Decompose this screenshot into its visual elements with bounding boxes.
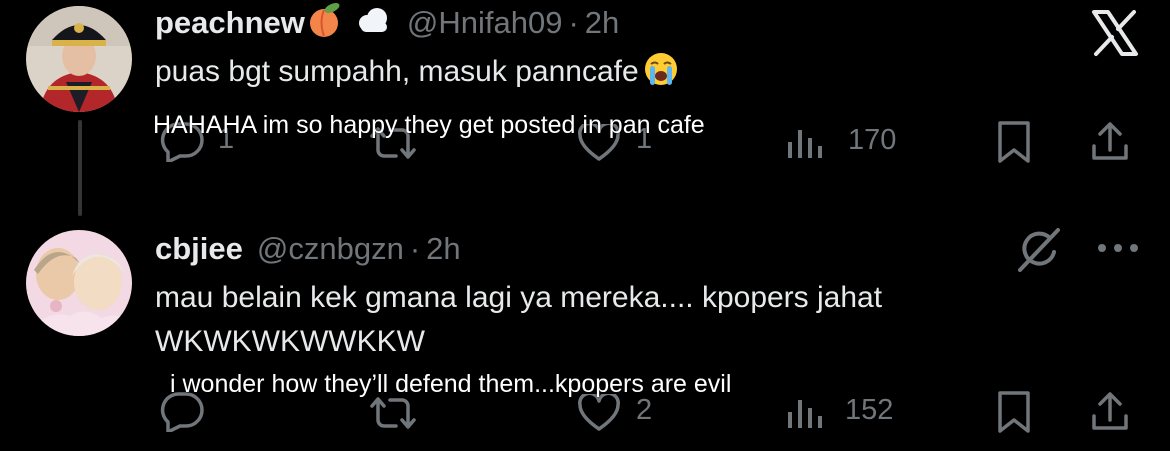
display-name[interactable]: peachnew: [155, 5, 305, 41]
share-icon[interactable]: [1088, 390, 1132, 434]
avatar[interactable]: [26, 6, 132, 112]
grok-icon[interactable]: [1014, 226, 1062, 274]
bookmark-icon[interactable]: [994, 390, 1034, 434]
timestamp[interactable]: 2h: [426, 231, 460, 267]
tweet-header: peachnew @Hnifah09 · 2h: [155, 2, 619, 43]
separator-dot: ·: [568, 4, 579, 40]
handle[interactable]: @cznbgzn: [257, 231, 404, 267]
views-icon[interactable]: [785, 398, 825, 428]
bookmark-icon[interactable]: [994, 120, 1034, 164]
tweet-text-line-1: mau belain kek gmana lagi ya mereka.... …: [155, 281, 883, 314]
view-count: 170: [848, 124, 897, 156]
cloud-emoji: [355, 6, 391, 39]
separator-dot: ·: [409, 231, 421, 266]
display-name[interactable]: cbjiee: [155, 231, 243, 267]
tweet-text: puas bgt sumpahh, masuk panncafe: [155, 51, 679, 92]
tweet-header: cbjiee @cznbgzn · 2h: [155, 231, 461, 267]
translation-caption: HAHAHA im so happy they get posted in pa…: [153, 111, 705, 139]
view-count: 152: [845, 394, 894, 426]
translation-caption: i wonder how they’ll defend them...kpope…: [170, 370, 732, 398]
thread-line: [78, 120, 82, 216]
peach-emoji: [307, 2, 343, 43]
share-icon[interactable]: [1088, 120, 1132, 164]
x-logo-icon[interactable]: [1088, 8, 1142, 58]
crying-face-emoji: [643, 51, 679, 92]
tweet-text-line-2: WKWKWKWWKKW: [155, 325, 425, 358]
retweet-icon[interactable]: [368, 394, 418, 432]
views-icon[interactable]: [785, 128, 825, 158]
avatar[interactable]: [26, 230, 132, 336]
more-options-icon[interactable]: [1096, 241, 1140, 255]
like-icon[interactable]: [577, 394, 621, 432]
tweet-text-content: puas bgt sumpahh, masuk panncafe: [155, 54, 639, 88]
handle[interactable]: @Hnifah09: [407, 5, 563, 41]
timestamp[interactable]: 2h: [585, 5, 619, 41]
